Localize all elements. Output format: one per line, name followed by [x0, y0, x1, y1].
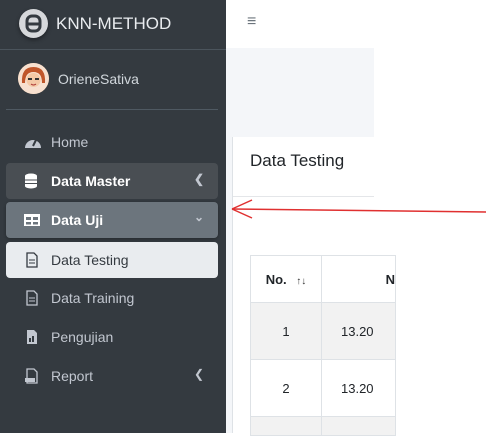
table-row[interactable]: 1 13.20: [250, 302, 396, 360]
sidebar-item-label: Pengujian: [51, 329, 114, 345]
file-icon: [23, 252, 43, 268]
table-cell: 1: [250, 302, 322, 360]
card-title: Data Testing: [250, 151, 345, 170]
table-icon: [23, 212, 43, 228]
table-cell: 2: [250, 359, 322, 417]
table-row[interactable]: 2 13.20: [250, 359, 396, 417]
logo-icon: [25, 14, 42, 33]
column-header-no[interactable]: No. ↑↓: [250, 255, 322, 303]
sidebar-item-label: Data Uji: [51, 212, 104, 228]
sidebar-divider: [6, 109, 218, 110]
sidebar-item-data-master[interactable]: Data Master ❮: [6, 163, 218, 199]
sidebar-item-data-testing[interactable]: Data Testing: [6, 242, 218, 278]
database-icon: [23, 173, 43, 189]
sidebar-item-label: Home: [51, 134, 89, 150]
chart-file-icon: [23, 329, 43, 345]
chevron-down-icon: ⌄: [193, 210, 204, 224]
chevron-left-icon: ❮: [193, 367, 204, 381]
sidebar-item-label: Report: [51, 368, 94, 384]
brand-link[interactable]: KNN-METHOD: [0, 0, 226, 50]
user-name[interactable]: OrieneSativa: [58, 71, 139, 87]
sidebar-item-label: Data Master: [51, 173, 131, 189]
sidebar-item-label: Data Training: [51, 290, 135, 306]
avatar[interactable]: [18, 63, 49, 94]
table-header-row: No. ↑↓ N: [250, 255, 396, 303]
tachometer-icon: [23, 134, 43, 150]
sort-icon[interactable]: ↑↓: [296, 276, 306, 287]
sidebar-item-label: Data Testing: [51, 252, 129, 268]
sidebar-item-pengujian[interactable]: Pengujian: [6, 319, 218, 355]
chevron-left-icon: ❮: [193, 172, 204, 186]
data-table: No. ↑↓ N 1 13.20 2 13.20: [250, 255, 396, 436]
table-cell: 13.20: [321, 302, 396, 360]
sidebar-item-data-uji[interactable]: Data Uji ⌄: [6, 202, 218, 238]
column-header-second[interactable]: N: [321, 255, 396, 303]
brand-text: KNN-METHOD: [56, 14, 172, 33]
brand-logo: [19, 9, 48, 38]
sidebar-item-report[interactable]: Report ❮: [6, 358, 218, 394]
column-header-label: No.: [265, 271, 287, 287]
menu-toggle-icon[interactable]: ≡: [247, 13, 256, 31]
table-cell: 13.20: [321, 359, 396, 417]
sidebar-item-home[interactable]: Home: [6, 124, 218, 160]
file-icon: [23, 290, 43, 306]
sidebar: KNN-METHOD OrieneSativa Home Data Master…: [0, 0, 226, 433]
sidebar-item-data-training[interactable]: Data Training: [6, 280, 218, 316]
report-file-icon: [23, 368, 43, 384]
